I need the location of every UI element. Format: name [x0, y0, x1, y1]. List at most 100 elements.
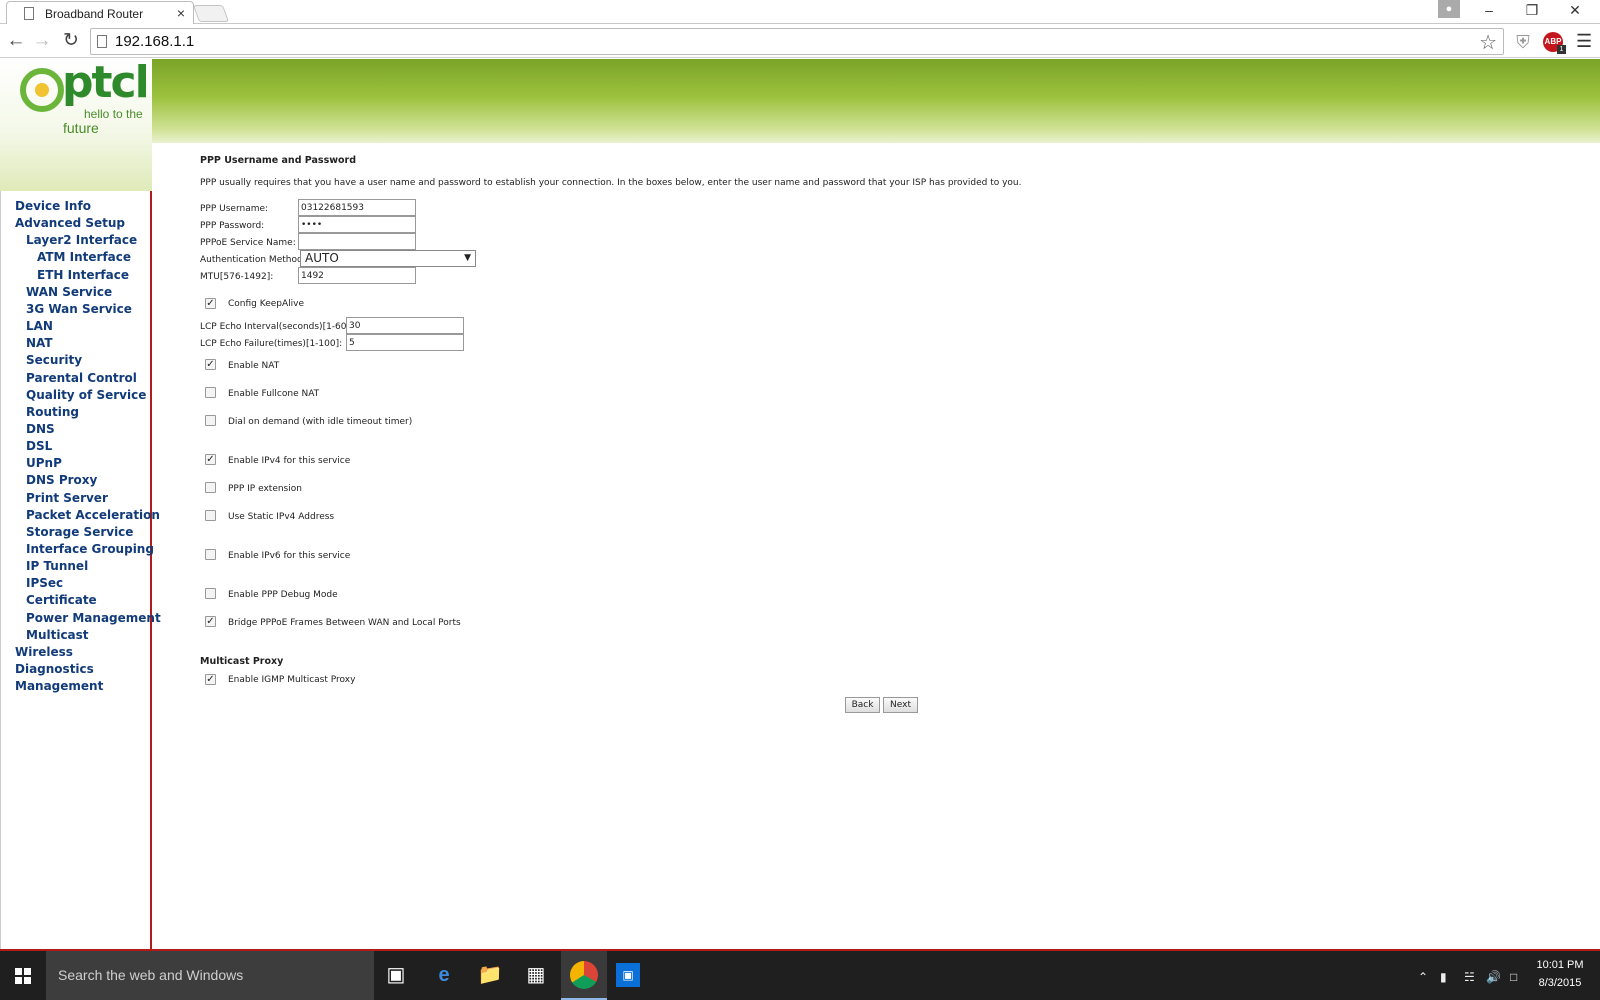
task-view-icon[interactable]: ▣	[382, 961, 410, 989]
show-hidden-icons-icon[interactable]: ⌃	[1418, 970, 1428, 984]
new-tab-button[interactable]	[192, 5, 230, 22]
wifi-icon[interactable]: ☵	[1464, 970, 1475, 984]
shield-extension-icon[interactable]: ⛨	[1513, 32, 1533, 52]
option-checkbox[interactable]	[205, 549, 216, 560]
store-icon[interactable]: ▦	[522, 961, 550, 989]
photos-icon[interactable]: ▣	[616, 963, 640, 987]
sidebar-item[interactable]: NAT	[26, 336, 53, 350]
clock-date: 8/3/2015	[1538, 977, 1582, 989]
sidebar-item[interactable]: DNS	[26, 422, 55, 436]
back-button[interactable]: Back	[845, 697, 880, 713]
option-checkbox[interactable]	[205, 588, 216, 599]
sidebar-item[interactable]: IP Tunnel	[26, 559, 88, 573]
sidebar-menu: Device Info Advanced Setup Layer2 Interfac…	[0, 191, 161, 949]
sidebar-item[interactable]: Certificate	[26, 593, 97, 607]
option-label: Bridge PPPoE Frames Between WAN and Loca…	[228, 618, 461, 628]
auth-method-select[interactable]: AUTO ▼	[300, 250, 476, 267]
page-info-icon[interactable]	[97, 35, 107, 48]
option-checkbox[interactable]	[205, 482, 216, 493]
url-input[interactable]	[115, 31, 1455, 52]
window-close-icon[interactable]: ✕	[1560, 2, 1590, 19]
option-checkbox[interactable]: ✓	[205, 454, 216, 465]
start-button[interactable]	[0, 951, 46, 1000]
ppp-password-label: PPP Password:	[200, 221, 265, 231]
sidebar-item[interactable]: Layer2 Interface	[26, 233, 137, 247]
lcp-failure-input[interactable]	[346, 334, 464, 351]
file-explorer-icon[interactable]: 📁	[476, 961, 504, 989]
sidebar-item[interactable]: Power Management	[26, 611, 161, 625]
ppp-username-label: PPP Username:	[200, 204, 269, 214]
restore-icon[interactable]: ❐	[1517, 2, 1547, 19]
sidebar-item[interactable]: Packet Acceleration	[26, 508, 160, 522]
chrome-icon	[570, 961, 598, 989]
mtu-input[interactable]	[298, 267, 416, 284]
option-checkbox[interactable]	[205, 510, 216, 521]
address-bar[interactable]: ☆	[90, 28, 1504, 55]
sidebar-item[interactable]: Security	[26, 353, 82, 367]
lcp-interval-input[interactable]	[346, 317, 464, 334]
option-label: Enable IPv6 for this service	[228, 551, 351, 561]
adblock-badge: 1	[1557, 45, 1566, 54]
ppp-username-input[interactable]	[298, 199, 416, 216]
sidebar-item[interactable]: UPnP	[26, 456, 62, 470]
option-label: PPP IP extension	[228, 484, 302, 494]
profile-icon[interactable]: ●	[1438, 0, 1460, 18]
sidebar-item[interactable]: WAN Service	[26, 285, 112, 299]
battery-icon[interactable]: ▮	[1440, 970, 1447, 984]
logo-tagline-1: hello to the	[84, 107, 143, 121]
sidebar-item[interactable]: Quality of Service	[26, 388, 146, 402]
sidebar-item[interactable]: Print Server	[26, 491, 108, 505]
sidebar-item[interactable]: 3G Wan Service	[26, 302, 132, 316]
pppoe-service-input[interactable]	[298, 233, 416, 250]
igmp-checkbox[interactable]: ✓	[205, 674, 216, 685]
sidebar-item[interactable]: Advanced Setup	[15, 216, 125, 230]
sidebar-item[interactable]: ETH Interface	[37, 268, 129, 282]
browser-tab[interactable]: Broadband Router ×	[6, 1, 194, 24]
sidebar-item[interactable]: Wireless	[15, 645, 73, 659]
minimize-icon[interactable]: –	[1474, 2, 1504, 18]
action-center-icon[interactable]: □	[1510, 970, 1517, 984]
option-checkbox[interactable]	[205, 387, 216, 398]
ppp-password-input[interactable]	[298, 216, 416, 233]
igmp-label: Enable IGMP Multicast Proxy	[228, 675, 356, 685]
lcp-failure-label: LCP Echo Failure(times)[1-100]:	[200, 339, 343, 349]
sidebar-item[interactable]: Interface Grouping	[26, 542, 154, 556]
keepalive-label: Config KeepAlive	[228, 299, 304, 309]
sidebar-item[interactable]: Management	[15, 679, 103, 693]
browser-tab-bar: Broadband Router × ● – ❐ ✕	[0, 0, 1600, 24]
sidebar-item[interactable]: LAN	[26, 319, 53, 333]
option-label: Enable IPv4 for this service	[228, 456, 351, 466]
bookmark-star-icon[interactable]: ☆	[1479, 30, 1497, 55]
forward-arrow-icon[interactable]: →	[30, 29, 54, 53]
sidebar-item[interactable]: ATM Interface	[37, 250, 131, 264]
taskbar-clock[interactable]: 10:01 PM 8/3/2015	[1530, 956, 1590, 992]
sidebar-item[interactable]: IPSec	[26, 576, 63, 590]
option-checkbox[interactable]: ✓	[205, 616, 216, 627]
next-button[interactable]: Next	[883, 697, 918, 713]
sidebar-item[interactable]: Device Info	[15, 199, 91, 213]
sidebar-item[interactable]: DSL	[26, 439, 52, 453]
sidebar-item[interactable]: Diagnostics	[15, 662, 94, 676]
keepalive-checkbox[interactable]: ✓	[205, 298, 216, 309]
taskbar-search-box[interactable]: Search the web and Windows	[46, 951, 374, 1000]
auth-method-value: AUTO	[305, 251, 339, 265]
tab-title: Broadband Router	[45, 7, 144, 21]
logo-area: ptcl hello to the future	[0, 57, 152, 191]
browser-menu-icon[interactable]: ☰	[1576, 31, 1592, 52]
reload-icon[interactable]: ↻	[59, 29, 83, 53]
option-label: Enable Fullcone NAT	[228, 389, 320, 399]
sidebar-item[interactable]: Multicast	[26, 628, 89, 642]
sidebar-item[interactable]: Parental Control	[26, 371, 137, 385]
option-checkbox[interactable]: ✓	[205, 359, 216, 370]
back-arrow-icon[interactable]: ←	[4, 29, 28, 53]
router-page: ptcl hello to the future Device Info Adva…	[0, 57, 1600, 949]
option-checkbox[interactable]	[205, 415, 216, 426]
sidebar-item[interactable]: Routing	[26, 405, 79, 419]
sidebar-item[interactable]: DNS Proxy	[26, 473, 97, 487]
sidebar-item[interactable]: Storage Service	[26, 525, 133, 539]
tab-close-icon[interactable]: ×	[177, 5, 185, 21]
form-intro: PPP usually requires that you have a use…	[200, 178, 1022, 188]
edge-icon[interactable]: e	[430, 961, 458, 989]
volume-icon[interactable]: 🔊	[1486, 970, 1501, 984]
option-label: Dial on demand (with idle timeout timer)	[228, 417, 413, 427]
